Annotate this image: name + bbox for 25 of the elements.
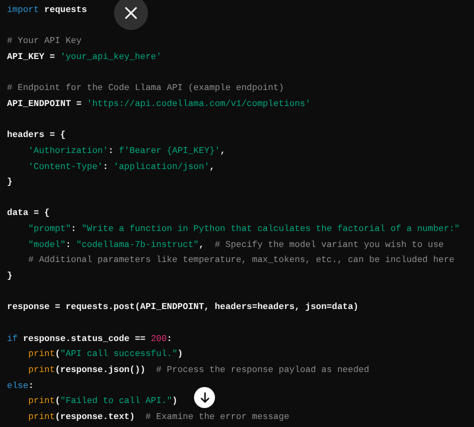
- code-line: if response.status_code == 200:: [7, 332, 172, 346]
- code-line: # Endpoint for the Code Llama API (example endpoint): [7, 82, 284, 96]
- code-line: "prompt": "Write a function in Python that calculates the factorial of a number:": [27, 223, 460, 236]
- code-line: "model": "codellama-7b-instruct", # Specify the model variant you wish to use: [27, 238, 444, 252]
- code-line: # Your API Key: [7, 35, 82, 48]
- code-line: 'Authorization': f'Bearer {API_KEY}',: [27, 144, 226, 158]
- code-line: print(response.text) # Examine the error message: [27, 410, 290, 424]
- code-line: import requests: [7, 4, 87, 17]
- close-icon: [124, 6, 138, 20]
- code-line: print(response.json()) # Process the response payload as needed: [27, 364, 370, 377]
- code-line: # Additional parameters like temperature, max_tokens, etc., can be included here: [27, 254, 454, 268]
- code-line: else:: [7, 380, 34, 393]
- close-button[interactable]: [114, 0, 148, 30]
- code-line: data = {: [7, 207, 50, 220]
- code-line: response = requests.post(API_ENDPOINT, headers=headers, json=data): [7, 301, 359, 314]
- code-line: headers = {: [7, 129, 66, 142]
- code-line: 'Content-Type': 'application/json',: [27, 160, 215, 174]
- code-line: API_ENDPOINT = 'https://api.codellama.com/v1/completions': [7, 98, 311, 111]
- scroll-down-button[interactable]: [194, 387, 215, 408]
- code-line: API_KEY = 'your_api_key_here': [7, 50, 162, 64]
- code-line: print("Failed to call API."): [27, 395, 178, 408]
- code-line: }: [7, 176, 12, 190]
- code-line: print("API call successful."): [27, 348, 183, 362]
- down-arrow-icon: [200, 392, 210, 403]
- code-line: }: [7, 270, 12, 284]
